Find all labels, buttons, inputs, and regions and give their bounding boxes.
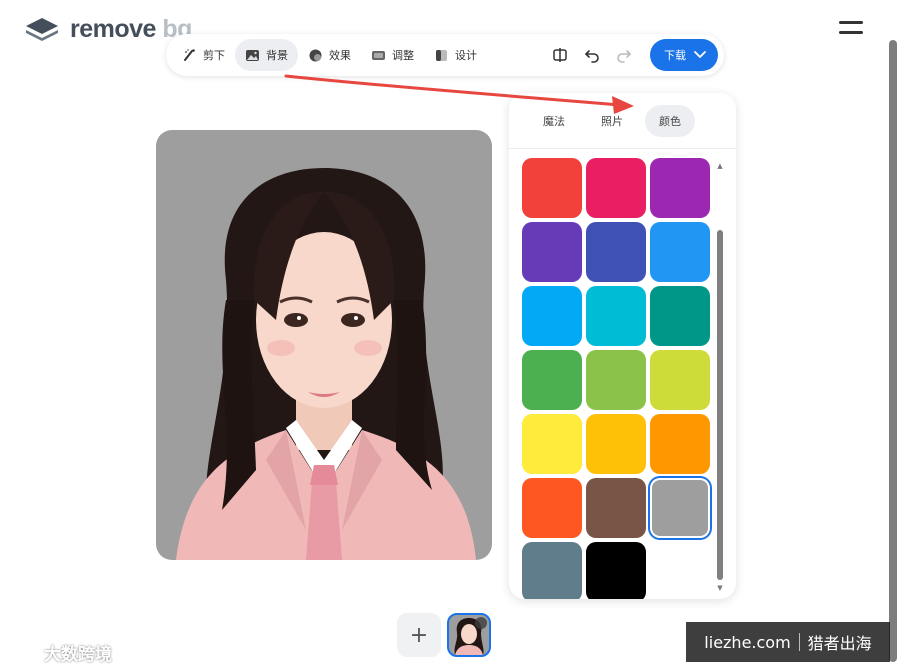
tool-background[interactable]: 背景 — [235, 39, 298, 71]
tab-photo-label: 照片 — [601, 114, 623, 128]
color-swatch[interactable] — [522, 414, 582, 474]
color-swatch[interactable] — [522, 350, 582, 410]
tab-magic[interactable]: 魔法 — [529, 105, 579, 137]
tool-adjust-label: 调整 — [392, 49, 414, 62]
tab-magic-label: 魔法 — [543, 114, 565, 128]
adjust-icon — [371, 48, 386, 63]
color-swatch[interactable] — [586, 414, 646, 474]
add-image-button[interactable]: + — [397, 613, 441, 657]
color-swatch[interactable] — [650, 286, 710, 346]
color-swatch[interactable] — [586, 158, 646, 218]
thumbnail-badge-icon[interactable] — [475, 617, 487, 629]
tab-color-label: 颜色 — [659, 114, 681, 128]
color-swatch-list[interactable]: ▲ ▼ — [509, 150, 736, 599]
tool-design-label: 设计 — [455, 49, 477, 62]
layers-logo-icon — [26, 18, 58, 41]
tool-effects-label: 效果 — [329, 49, 351, 62]
color-swatch[interactable] — [586, 350, 646, 410]
panel-tabs: 魔法 照片 颜色 — [509, 93, 736, 149]
color-swatch[interactable] — [586, 478, 646, 538]
brand-remove-text: remove — [70, 14, 156, 43]
design-icon — [434, 48, 449, 63]
tool-background-label: 背景 — [266, 49, 288, 62]
portrait-image — [176, 168, 476, 560]
watermark-site-text: liezhe.com — [704, 632, 791, 652]
undo-button[interactable] — [576, 39, 608, 71]
compare-icon — [553, 48, 567, 62]
tool-cut[interactable]: 剪下 — [172, 39, 235, 71]
color-swatch[interactable] — [522, 158, 582, 218]
color-swatch-grid — [522, 158, 710, 599]
image-icon — [245, 48, 260, 63]
redo-icon — [617, 50, 631, 63]
download-button[interactable]: 下载 — [650, 39, 718, 71]
watermark-right: liezhe.com 猎者出海 — [686, 622, 890, 662]
color-swatch[interactable] — [650, 158, 710, 218]
chevron-down-icon — [694, 51, 706, 58]
scroll-up-icon[interactable]: ▲ — [716, 162, 724, 170]
brush-icon — [182, 48, 197, 63]
color-swatch[interactable] — [522, 286, 582, 346]
add-image-label: + — [409, 622, 429, 648]
color-swatch[interactable] — [586, 542, 646, 599]
tab-color[interactable]: 颜色 — [645, 104, 695, 137]
tab-photo[interactable]: 照片 — [587, 105, 637, 137]
compare-button[interactable] — [544, 39, 576, 71]
color-swatch[interactable] — [586, 286, 646, 346]
editor-toolbar: 剪下 背景 效果 调整 设计 下载 — [166, 34, 724, 76]
watermark-divider — [798, 633, 800, 651]
removebg-logo[interactable]: remove bg — [24, 14, 192, 44]
color-swatch[interactable] — [586, 222, 646, 282]
background-panel: 魔法 照片 颜色 ▲ ▼ — [509, 93, 736, 599]
undo-icon — [585, 50, 599, 63]
color-swatch[interactable] — [522, 222, 582, 282]
redo-button[interactable] — [608, 39, 640, 71]
tool-design[interactable]: 设计 — [424, 39, 487, 71]
watermark-logo-icon — [6, 644, 36, 663]
menu-icon[interactable] — [839, 20, 863, 36]
watermark-left: 大数跨境 — [6, 640, 112, 665]
tool-cut-label: 剪下 — [203, 49, 225, 62]
color-swatch[interactable] — [522, 542, 582, 599]
image-thumbnail[interactable] — [447, 613, 491, 657]
panel-scrollbar[interactable]: ▲ ▼ — [716, 162, 724, 592]
color-swatch[interactable] — [522, 478, 582, 538]
color-swatch[interactable] — [650, 478, 710, 538]
scroll-down-icon[interactable]: ▼ — [716, 584, 724, 592]
color-swatch[interactable] — [650, 414, 710, 474]
tool-effects[interactable]: 效果 — [298, 39, 361, 71]
color-swatch[interactable] — [650, 350, 710, 410]
download-label: 下载 — [664, 49, 686, 62]
color-swatch[interactable] — [650, 222, 710, 282]
tool-adjust[interactable]: 调整 — [361, 39, 424, 71]
circle-effect-icon — [308, 48, 323, 63]
watermark-brand-text: 猎者出海 — [807, 634, 872, 653]
scroll-thumb[interactable] — [717, 230, 723, 580]
page-scrollbar[interactable] — [889, 40, 897, 662]
image-canvas[interactable] — [156, 130, 492, 560]
watermark-left-text: 大数跨境 — [44, 645, 112, 665]
